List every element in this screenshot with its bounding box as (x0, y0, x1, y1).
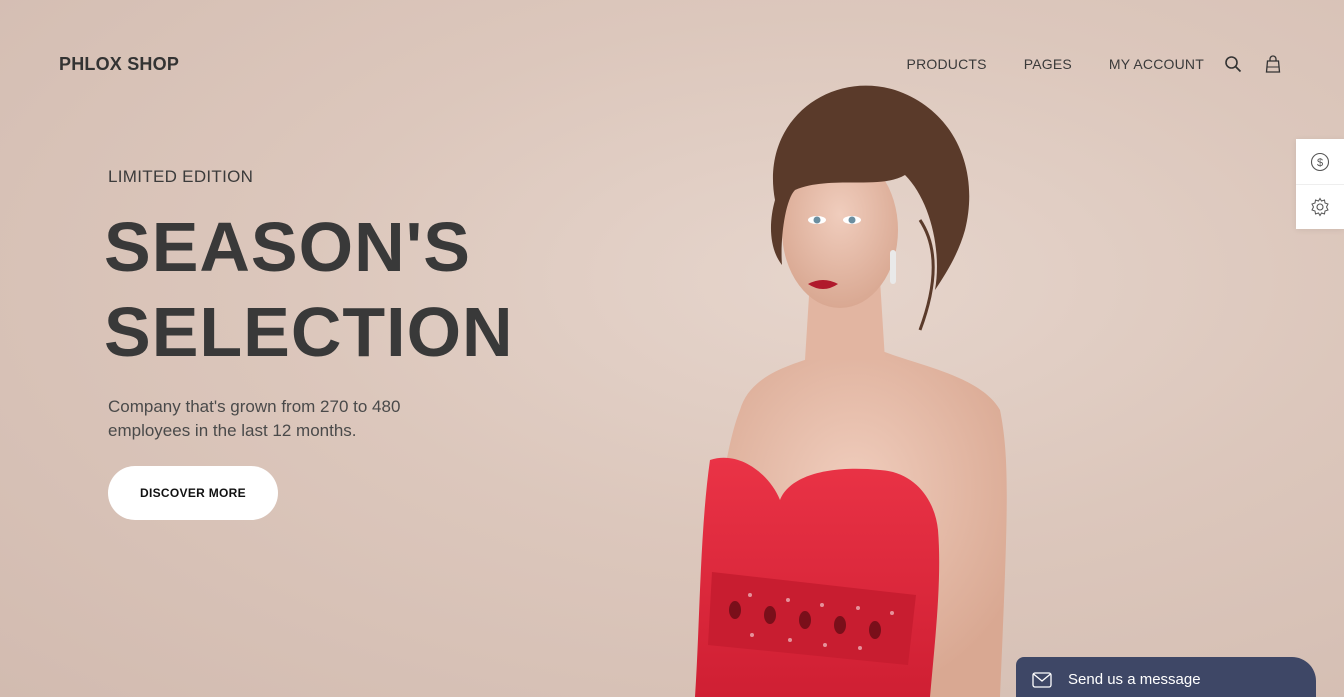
chat-label: Send us a message (1068, 671, 1201, 688)
main-nav: PRODUCTS PAGES MY ACCOUNT (907, 55, 1282, 73)
shopping-bag-icon[interactable] (1264, 55, 1282, 73)
hero-headline: SEASON'S SELECTION (104, 205, 584, 375)
settings-button[interactable] (1296, 184, 1344, 229)
dollar-icon: $ (1310, 152, 1330, 171)
nav-item-pages[interactable]: PAGES (1024, 56, 1072, 72)
svg-text:$: $ (1317, 157, 1323, 169)
chat-widget[interactable]: Send us a message (1016, 657, 1316, 697)
nav-item-my-account[interactable]: MY ACCOUNT (1109, 56, 1204, 72)
side-panel: $ (1296, 139, 1344, 229)
discover-more-button[interactable]: DISCOVER MORE (108, 466, 278, 520)
envelope-icon (1032, 671, 1052, 688)
hero-eyebrow: LIMITED EDITION (108, 167, 254, 186)
currency-button[interactable]: $ (1296, 139, 1344, 184)
hero-headline-line-2: SELECTION (104, 293, 514, 371)
hero-model-image (695, 85, 1007, 697)
hero-headline-line-1: SEASON'S (104, 208, 471, 286)
brand-logo[interactable]: PHLOX SHOP (59, 54, 179, 75)
gear-icon (1311, 197, 1329, 217)
nav-item-products[interactable]: PRODUCTS (907, 56, 987, 72)
hero-description: Company that's grown from 270 to 480 emp… (108, 397, 401, 440)
search-icon[interactable] (1224, 55, 1242, 73)
